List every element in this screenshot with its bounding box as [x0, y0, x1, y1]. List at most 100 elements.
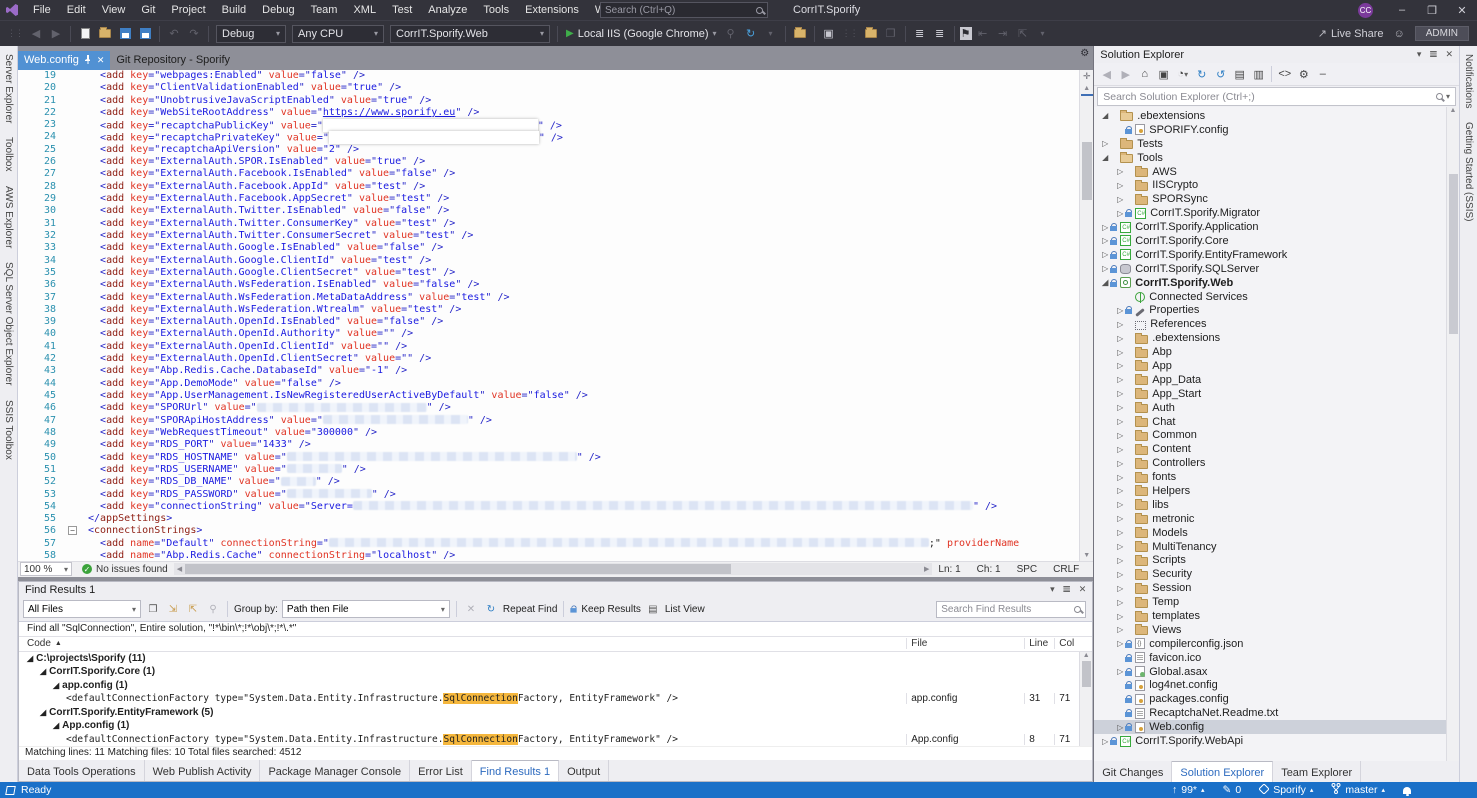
sync-icon[interactable]: ↺: [1212, 66, 1229, 83]
find-result-row[interactable]: ◢C:\projects\Sporify (11): [19, 652, 1092, 666]
collapsed-arrow-icon[interactable]: ▷: [1115, 306, 1125, 315]
feedback-icon[interactable]: ☺: [1394, 28, 1405, 40]
notifications-bell-icon[interactable]: [1403, 787, 1411, 794]
collapsed-arrow-icon[interactable]: ▷: [1115, 542, 1125, 551]
code-line[interactable]: 39 <add key="ExternalAuth.OpenId.IsEnabl…: [18, 316, 1079, 328]
collapsed-arrow-icon[interactable]: ▷: [1115, 459, 1125, 468]
copy-results-icon[interactable]: ❐: [145, 601, 161, 617]
tree-item[interactable]: ▷References: [1094, 317, 1459, 331]
panel-dropdown-icon[interactable]: ▾: [1050, 584, 1055, 595]
h-scrollbar-thumb[interactable]: [185, 564, 731, 574]
code-line[interactable]: 32 <add key="ExternalAuth.Twitter.Consum…: [18, 230, 1079, 242]
collapsed-arrow-icon[interactable]: ▷: [1115, 195, 1125, 204]
collapsed-arrow-icon[interactable]: ▷: [1115, 417, 1125, 426]
code-line[interactable]: 22 <add key="WebSiteRootAddress" value="…: [18, 107, 1079, 119]
code-line[interactable]: 25 <add key="recaptchaApiVersion" value=…: [18, 144, 1079, 156]
tree-item[interactable]: ▷Security: [1094, 567, 1459, 581]
scrollbar-thumb[interactable]: [1082, 142, 1092, 200]
find-result-row[interactable]: <defaultConnectionFactory type="System.D…: [19, 733, 1092, 747]
group-by-dropdown[interactable]: Path then File▾: [282, 600, 450, 618]
startup-project-dropdown[interactable]: CorrIT.Sporify.Web▾: [390, 25, 550, 43]
collapsed-arrow-icon[interactable]: ▷: [1100, 264, 1110, 273]
pending-changes-filter-icon[interactable]: ◔▾: [1174, 66, 1191, 83]
tree-item[interactable]: log4net.config: [1094, 679, 1459, 693]
tree-item[interactable]: ▷AWS: [1094, 165, 1459, 179]
expanded-arrow-icon[interactable]: ◢: [1100, 153, 1110, 162]
new-file-icon[interactable]: [76, 25, 94, 43]
tree-item[interactable]: ▷CorrIT.Sporify.Migrator: [1094, 206, 1459, 220]
tree-item[interactable]: ▷libs: [1094, 498, 1459, 512]
expanded-arrow-icon[interactable]: ◢: [1100, 278, 1110, 287]
code-line[interactable]: 56−<connectionStrings>: [18, 525, 1079, 537]
collapsed-arrow-icon[interactable]: ▷: [1115, 486, 1125, 495]
new-folder-icon[interactable]: [862, 25, 880, 43]
tree-item[interactable]: ▷IISCrypto: [1094, 178, 1459, 192]
panel-tab-package-manager-console[interactable]: Package Manager Console: [260, 760, 410, 781]
explorer-tab-solution-explorer[interactable]: Solution Explorer: [1172, 761, 1273, 782]
collapsed-arrow-icon[interactable]: ▷: [1115, 639, 1125, 648]
tree-item[interactable]: ▷App_Start: [1094, 387, 1459, 401]
collapsed-arrow-icon[interactable]: ▷: [1100, 236, 1110, 245]
collapsed-arrow-icon[interactable]: ▷: [1115, 167, 1125, 176]
explorer-tab-team-explorer[interactable]: Team Explorer: [1273, 761, 1361, 782]
collapsed-arrow-icon[interactable]: ▷: [1115, 667, 1125, 676]
refresh-icon[interactable]: ↻: [1193, 66, 1210, 83]
indent-increase-icon[interactable]: ≣: [931, 25, 949, 43]
code-line[interactable]: 40 <add key="ExternalAuth.OpenId.Authori…: [18, 328, 1079, 340]
tree-item[interactable]: ▷metronic: [1094, 512, 1459, 526]
tree-item[interactable]: SPORIFY.config: [1094, 123, 1459, 137]
scroll-down-icon[interactable]: ▼: [1083, 550, 1090, 561]
side-tab-notifications[interactable]: Notifications: [1463, 54, 1474, 108]
menu-git[interactable]: Git: [133, 0, 163, 20]
collapsed-arrow-icon[interactable]: ▷: [1115, 570, 1125, 579]
collapsed-arrow-icon[interactable]: ▷: [1100, 223, 1110, 232]
solution-platform-dropdown[interactable]: Any CPU▾: [292, 25, 384, 43]
code-line[interactable]: 30 <add key="ExternalAuth.Twitter.IsEnab…: [18, 205, 1079, 217]
expanded-arrow-icon[interactable]: ◢: [1100, 111, 1110, 120]
git-repository-picker[interactable]: Sporify▴: [1259, 784, 1313, 797]
git-pending-edits[interactable]: ✎ 0: [1223, 784, 1242, 796]
tree-item[interactable]: ▷Tests: [1094, 137, 1459, 151]
restore-button[interactable]: ❐: [1417, 0, 1447, 20]
find-result-row[interactable]: ◢app.config (1): [19, 679, 1092, 693]
code-line[interactable]: 23 <add key="recaptchaPublicKey" value="…: [18, 119, 1079, 131]
column-col[interactable]: Col: [1054, 638, 1092, 649]
code-line[interactable]: 53 <add key="RDS_PASSWORD" value="" />: [18, 489, 1079, 501]
expand-arrow-icon[interactable]: ◢: [53, 721, 59, 730]
tree-item[interactable]: ▷Session: [1094, 581, 1459, 595]
view-code-icon[interactable]: <>: [1276, 66, 1293, 83]
collapsed-arrow-icon[interactable]: ▷: [1115, 612, 1125, 621]
attach-icon[interactable]: ⚲: [722, 25, 740, 43]
collapsed-arrow-icon[interactable]: ▷: [1115, 431, 1125, 440]
collapsed-arrow-icon[interactable]: ▷: [1115, 500, 1125, 509]
redo-icon[interactable]: ↷: [185, 25, 203, 43]
tree-item[interactable]: ▷Temp: [1094, 595, 1459, 609]
collapsed-arrow-icon[interactable]: ▷: [1115, 375, 1125, 384]
undo-icon[interactable]: ↶: [165, 25, 183, 43]
panel-tab-data-tools-operations[interactable]: Data Tools Operations: [19, 760, 145, 781]
collapsed-arrow-icon[interactable]: ▷: [1115, 181, 1125, 190]
tree-item[interactable]: ▷App: [1094, 359, 1459, 373]
clear-results-icon[interactable]: ✕: [463, 601, 479, 617]
code-line[interactable]: 24 <add key="recaptchaPrivateKey" value=…: [18, 131, 1079, 143]
collapsed-arrow-icon[interactable]: ▷: [1115, 403, 1125, 412]
copy-icon[interactable]: ❐: [882, 25, 900, 43]
menu-test[interactable]: Test: [384, 0, 420, 20]
sync-with-active-document-icon[interactable]: ▣: [1155, 66, 1172, 83]
code-line[interactable]: 36 <add key="ExternalAuth.WsFederation.I…: [18, 279, 1079, 291]
side-tab-getting-started-ssis-[interactable]: Getting Started (SSIS): [1463, 122, 1474, 222]
panel-close-icon[interactable]: ✕: [1079, 584, 1087, 595]
navigate-forward-icon[interactable]: ▶: [47, 25, 65, 43]
list-view-label[interactable]: List View: [665, 604, 705, 615]
tree-item[interactable]: ▷App_Data: [1094, 373, 1459, 387]
side-tab-aws-explorer[interactable]: AWS Explorer: [3, 186, 14, 248]
show-all-files-icon[interactable]: ▥: [1250, 66, 1267, 83]
find-result-row[interactable]: ◢CorrIT.Sporify.EntityFramework (5): [19, 706, 1092, 720]
prev-bookmark-icon[interactable]: ⇤: [974, 25, 992, 43]
collapsed-arrow-icon[interactable]: ▷: [1100, 737, 1110, 746]
live-share-button[interactable]: ↗ Live Share: [1318, 27, 1384, 40]
code-line[interactable]: 50 <add key="RDS_HOSTNAME" value="" />: [18, 452, 1079, 464]
code-line[interactable]: 43 <add key="Abp.Redis.Cache.DatabaseId"…: [18, 365, 1079, 377]
panel-tab-web-publish-activity[interactable]: Web Publish Activity: [145, 760, 261, 781]
editor-zoom-dropdown[interactable]: 100 %▾: [20, 562, 72, 576]
